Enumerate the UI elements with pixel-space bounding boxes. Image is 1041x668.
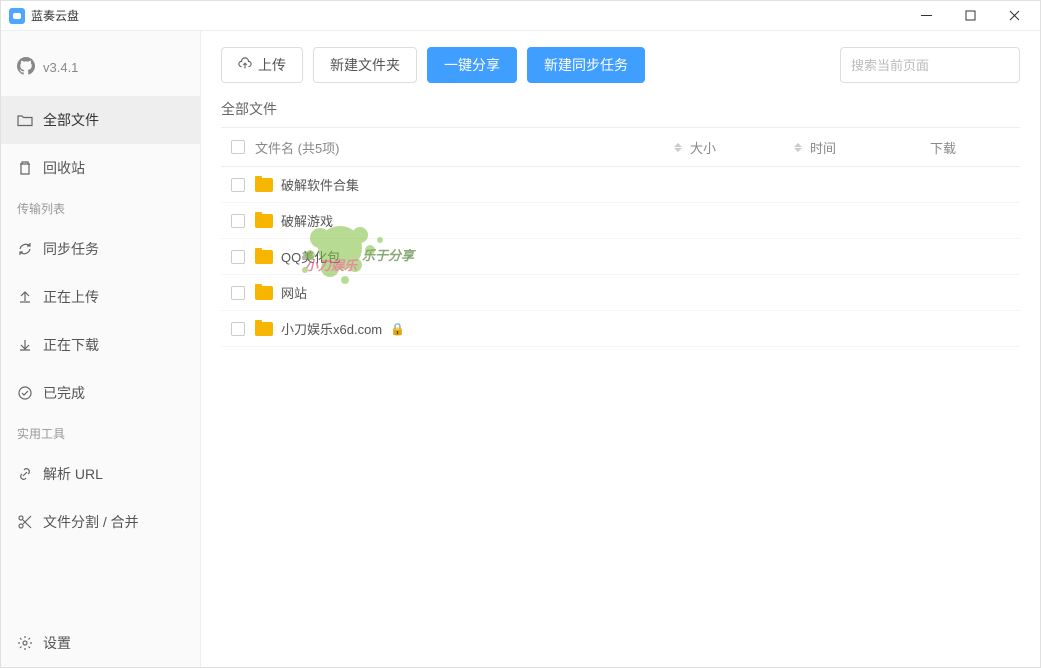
- sidebar-item-label: 已完成: [43, 383, 85, 403]
- row-name-cell[interactable]: 小刀娱乐x6d.com 🔒: [255, 319, 690, 338]
- file-name: 网站: [281, 283, 307, 302]
- sidebar-item-label: 全部文件: [43, 110, 99, 130]
- sync-icon: [17, 241, 33, 257]
- row-checkbox[interactable]: [231, 322, 245, 336]
- sidebar-item-label: 解析 URL: [43, 464, 103, 484]
- table-row[interactable]: 破解游戏: [221, 203, 1020, 239]
- sort-icon: [674, 143, 682, 152]
- main-content: 上传 新建文件夹 一键分享 新建同步任务 全部文件 文件名 (共5项) 大小: [201, 31, 1040, 667]
- select-all-cell[interactable]: [221, 140, 255, 154]
- folder-icon: [255, 286, 273, 300]
- sidebar-section-tools: 实用工具: [1, 417, 200, 450]
- file-table: 文件名 (共5项) 大小 时间 下载 破解软件合集 破解游戏 QQ美化包 网站 …: [201, 127, 1040, 667]
- toolbar: 上传 新建文件夹 一键分享 新建同步任务: [201, 31, 1040, 99]
- column-label: 大小: [690, 138, 716, 157]
- sidebar-item-trash[interactable]: 回收站: [1, 144, 200, 192]
- titlebar-left: 蓝奏云盘: [9, 7, 79, 24]
- sidebar-item-downloading[interactable]: 正在下载: [1, 321, 200, 369]
- sidebar-item-label: 设置: [43, 633, 71, 653]
- minimize-button[interactable]: [904, 2, 948, 30]
- github-icon: [17, 57, 35, 78]
- lock-icon: 🔒: [390, 322, 405, 336]
- share-button[interactable]: 一键分享: [427, 47, 517, 83]
- row-name-cell[interactable]: 破解软件合集: [255, 175, 690, 194]
- download-icon: [17, 337, 33, 353]
- folder-icon: [255, 250, 273, 264]
- sidebar-item-sync[interactable]: 同步任务: [1, 225, 200, 273]
- file-name: 小刀娱乐x6d.com: [281, 319, 382, 338]
- row-check-cell[interactable]: [221, 286, 255, 300]
- gear-icon: [17, 635, 33, 651]
- row-checkbox[interactable]: [231, 214, 245, 228]
- row-check-cell[interactable]: [221, 322, 255, 336]
- scissors-icon: [17, 514, 33, 530]
- sidebar-item-label: 回收站: [43, 158, 85, 178]
- link-icon: [17, 466, 33, 482]
- sidebar-item-label: 正在下载: [43, 335, 99, 355]
- row-checkbox[interactable]: [231, 286, 245, 300]
- row-check-cell[interactable]: [221, 250, 255, 264]
- row-name-cell[interactable]: 网站: [255, 283, 690, 302]
- row-name-cell[interactable]: QQ美化包: [255, 247, 690, 266]
- column-name[interactable]: 文件名 (共5项): [255, 138, 690, 157]
- sidebar-version: v3.4.1: [1, 47, 200, 96]
- sidebar: v3.4.1 全部文件 回收站 传输列表 同步任务 正在上传 正在下载 已完成: [1, 31, 201, 667]
- cloud-upload-icon: [238, 57, 252, 74]
- version-label: v3.4.1: [43, 60, 78, 75]
- sort-icon: [794, 143, 802, 152]
- check-circle-icon: [17, 385, 33, 401]
- folder-icon: [255, 178, 273, 192]
- breadcrumb[interactable]: 全部文件: [201, 99, 1040, 127]
- table-row[interactable]: 网站: [221, 275, 1020, 311]
- app-title: 蓝奏云盘: [31, 7, 79, 24]
- row-checkbox[interactable]: [231, 178, 245, 192]
- row-check-cell[interactable]: [221, 214, 255, 228]
- table-row[interactable]: 破解软件合集: [221, 167, 1020, 203]
- sidebar-item-label: 文件分割 / 合并: [43, 512, 139, 532]
- new-folder-button[interactable]: 新建文件夹: [313, 47, 417, 83]
- column-label: 文件名 (共5项): [255, 138, 340, 157]
- titlebar: 蓝奏云盘: [1, 1, 1040, 31]
- sidebar-section-transfer: 传输列表: [1, 192, 200, 225]
- sidebar-item-all-files[interactable]: 全部文件: [1, 96, 200, 144]
- select-all-checkbox[interactable]: [231, 140, 245, 154]
- close-button[interactable]: [992, 2, 1036, 30]
- window-controls: [904, 2, 1036, 30]
- folder-open-icon: [17, 112, 33, 128]
- table-header: 文件名 (共5项) 大小 时间 下载: [221, 127, 1020, 167]
- column-size[interactable]: 大小: [690, 138, 810, 157]
- trash-icon: [17, 160, 33, 176]
- maximize-button[interactable]: [948, 2, 992, 30]
- file-name: QQ美化包: [281, 247, 340, 266]
- file-name: 破解游戏: [281, 211, 333, 230]
- column-time[interactable]: 时间: [810, 138, 930, 157]
- table-row[interactable]: 小刀娱乐x6d.com 🔒: [221, 311, 1020, 347]
- table-row[interactable]: QQ美化包: [221, 239, 1020, 275]
- column-download[interactable]: 下载: [930, 138, 1020, 157]
- sidebar-item-split-merge[interactable]: 文件分割 / 合并: [1, 498, 200, 546]
- file-name: 破解软件合集: [281, 175, 359, 194]
- row-checkbox[interactable]: [231, 250, 245, 264]
- folder-icon: [255, 214, 273, 228]
- sidebar-item-completed[interactable]: 已完成: [1, 369, 200, 417]
- sidebar-item-parse-url[interactable]: 解析 URL: [1, 450, 200, 498]
- sidebar-item-label: 同步任务: [43, 239, 99, 259]
- row-name-cell[interactable]: 破解游戏: [255, 211, 690, 230]
- row-check-cell[interactable]: [221, 178, 255, 192]
- upload-button[interactable]: 上传: [221, 47, 303, 83]
- sidebar-item-uploading[interactable]: 正在上传: [1, 273, 200, 321]
- button-label: 上传: [258, 55, 286, 75]
- folder-icon: [255, 322, 273, 336]
- app-icon: [9, 8, 25, 24]
- new-sync-button[interactable]: 新建同步任务: [527, 47, 645, 83]
- search-input[interactable]: [840, 47, 1020, 83]
- sidebar-item-label: 正在上传: [43, 287, 99, 307]
- upload-icon: [17, 289, 33, 305]
- sidebar-item-settings[interactable]: 设置: [1, 619, 200, 667]
